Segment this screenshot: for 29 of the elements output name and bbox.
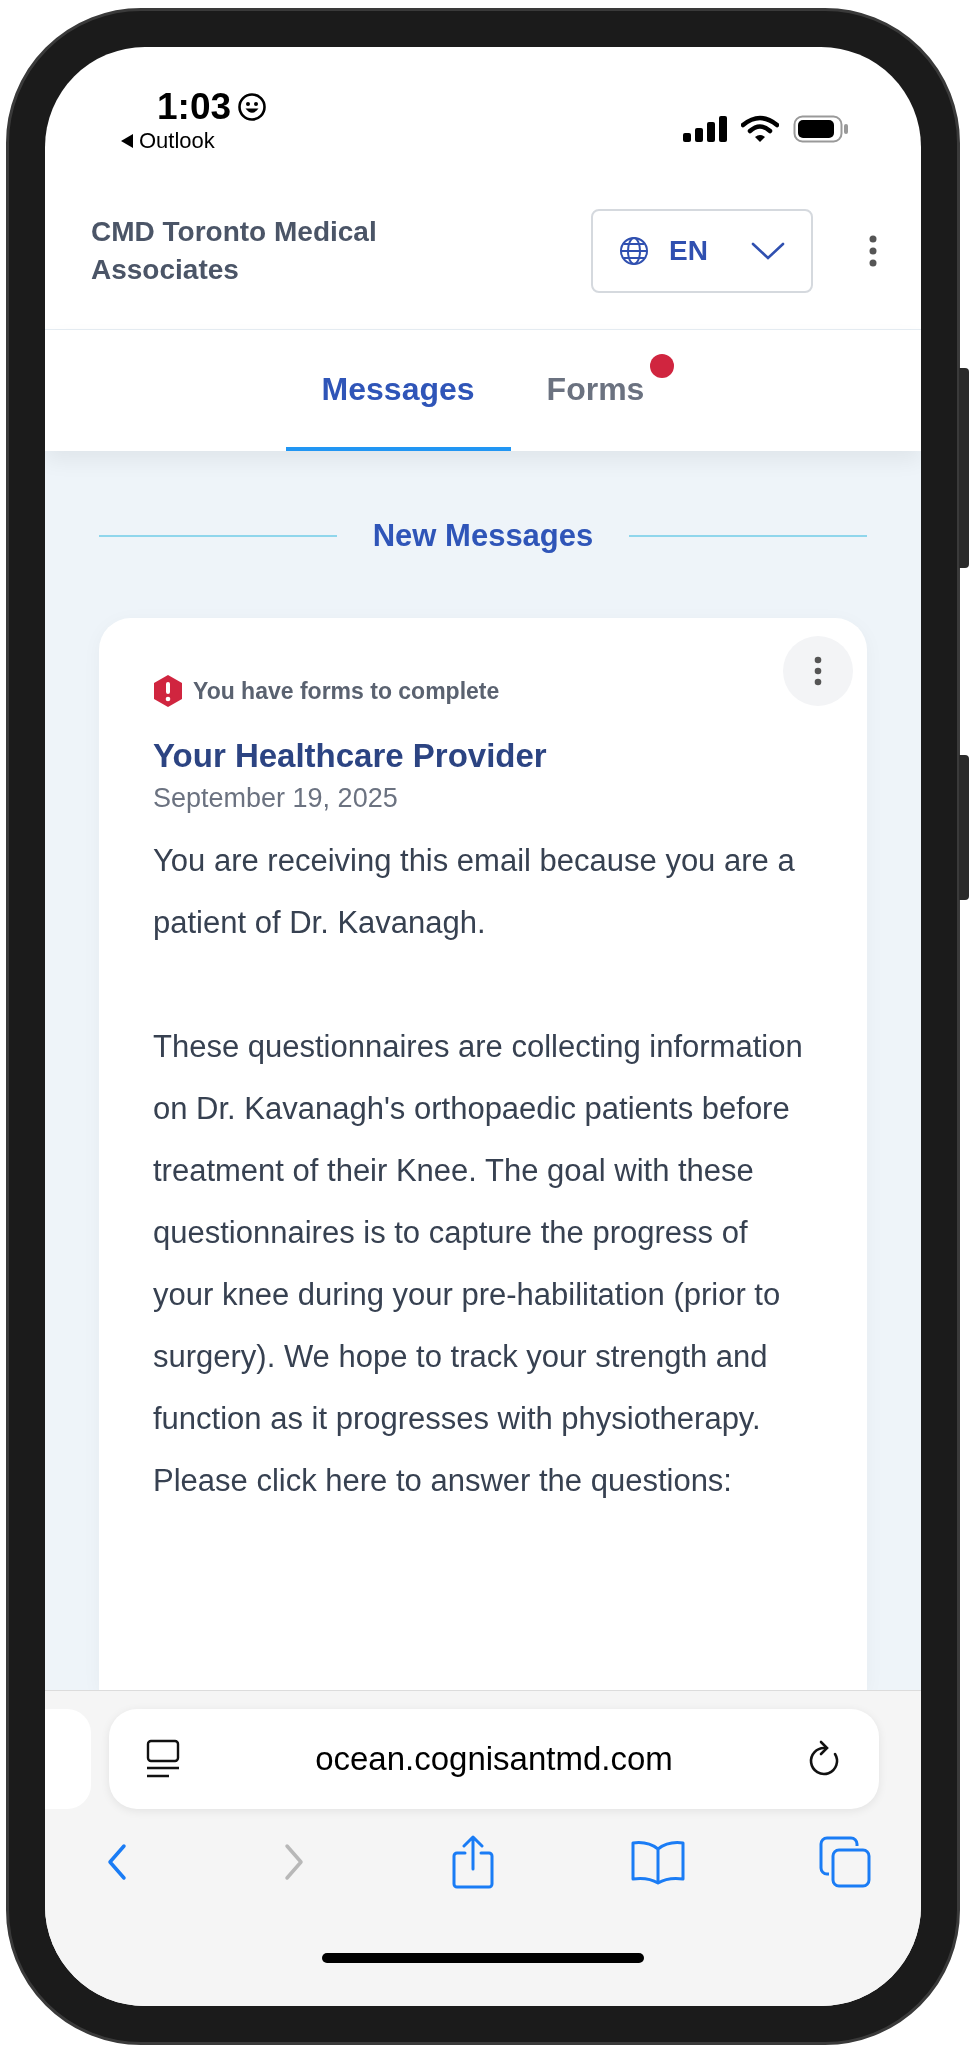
reader-icon (145, 1739, 181, 1779)
more-vertical-icon (869, 235, 877, 267)
status-time: 1:03 (157, 87, 232, 127)
signal-icon (683, 116, 727, 142)
alert-text: You have forms to complete (193, 676, 500, 706)
globe-icon (619, 236, 649, 266)
language-select[interactable]: EN (591, 209, 813, 293)
alert-icon (153, 673, 183, 708)
tab[interactable]: Forms (510, 330, 681, 451)
tabs-button[interactable] (819, 1836, 871, 1888)
clinic-title: CMD Toronto Medical Associates (91, 215, 378, 287)
message-paragraph: You are receiving this email because you are a patient of Dr. Kavanagh. (153, 842, 796, 942)
url-text: ocean.cognisantmd.com (314, 1739, 674, 1780)
chevron-down-icon (751, 241, 785, 261)
address-bar[interactable]: ocean.cognisantmd.com (109, 1709, 879, 1809)
smiley-icon (237, 92, 268, 122)
tabs-icon (819, 1836, 871, 1888)
book-icon (630, 1839, 686, 1885)
back-to-app-link[interactable]: Outlook (121, 127, 268, 155)
message-paragraph: These questionnaires are collecting information on Dr. Kavanagh's orthopaedic patients before treatment of their Knee. The goal with these questionnaires is to capture the progress of your knee during your pre-habilitation (prior to surgery). We hope to track your strength and function as it progresses with physiotherapy. Please click here to answer the questions: (153, 1028, 804, 1500)
wifi-icon (741, 115, 779, 143)
bookmarks-button[interactable] (630, 1838, 686, 1886)
message-date: September 19, 2025 (153, 782, 399, 815)
more-vertical-icon (814, 655, 822, 686)
battery-icon (793, 115, 849, 143)
sender-name: Your Healthcare Provider (153, 736, 548, 776)
section-heading: New Messages (372, 517, 594, 555)
triangle-left-icon (121, 134, 133, 148)
share-icon (451, 1835, 495, 1889)
